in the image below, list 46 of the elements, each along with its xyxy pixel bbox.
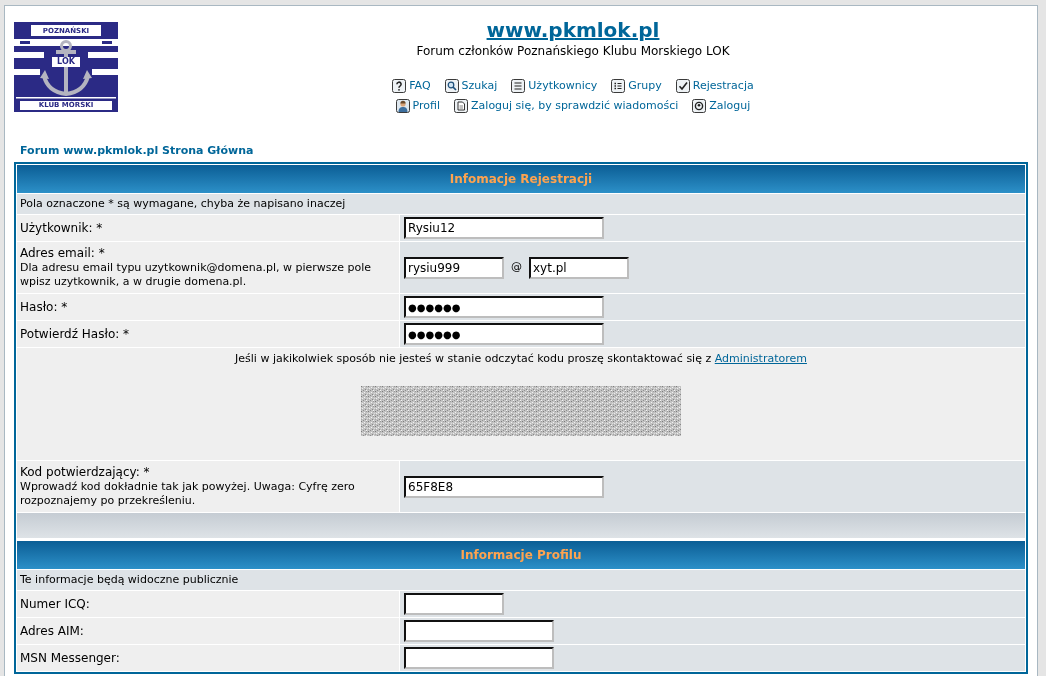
document-icon [454, 98, 469, 113]
field-hint: Wprowadź kod dokładnie tak jak powyżej. Uwaga: Cyfrę zero rozpoznajemy po przekreśleniu. [20, 480, 356, 508]
field-label: Potwierdź Hasło: * [20, 326, 131, 342]
text-field[interactable]: rysiu999 [404, 256, 504, 279]
field-label: Kod potwierdzający: * [20, 465, 151, 480]
bulleted-list-icon [611, 78, 626, 93]
ring-icon [692, 98, 707, 113]
site-subtitle: Forum członków Poznańskiego Klubu Morskiego LOK [416, 44, 730, 59]
section-header: Infomacje Rejestracji [17, 165, 1025, 193]
text-field[interactable] [404, 620, 554, 642]
section-note: Pola oznaczone * są wymagane, chyba że napisano inaczej [17, 194, 1025, 214]
list-icon [511, 78, 526, 93]
nav-link[interactable]: Rejestracja [675, 77, 754, 94]
site-title-link[interactable]: www.pkmlok.pl [486, 18, 660, 42]
person-icon [395, 98, 410, 113]
help-icon [392, 78, 407, 93]
nav-link[interactable]: FAQ [392, 77, 431, 94]
text-field[interactable] [404, 593, 504, 615]
administrator-link[interactable]: Administratorem [714, 352, 807, 365]
password-field[interactable]: ●●●●●● [404, 323, 604, 345]
field-hint: Dla adresu email typu uzytkownik@domena.pl, w pierwsze pole wpisz uzytkownik, a w drugie domena.pl. [20, 261, 373, 289]
field-label: Użytkownik: * [20, 220, 104, 236]
field-label: Adres AIM: [20, 623, 85, 639]
text-field[interactable]: Rysiu12 [404, 217, 604, 239]
nav-link[interactable]: Użytkownicy [511, 77, 598, 94]
nav-link[interactable]: Szukaj [444, 77, 498, 94]
nav-link[interactable]: Zaloguj [692, 97, 751, 114]
nav-link[interactable]: Profil [395, 97, 441, 114]
section-header: Informacje Profilu [17, 541, 1025, 569]
field-label: Adres email: * [20, 246, 106, 261]
separator-text: @ [510, 259, 523, 276]
text-field[interactable] [404, 647, 554, 669]
nav-link[interactable]: Grupy [611, 77, 662, 94]
breadcrumb-link[interactable]: Forum www.pkmlok.pl Strona Główna [20, 144, 254, 157]
search-icon [444, 78, 459, 93]
password-field[interactable]: ●●●●●● [404, 296, 604, 318]
text-field[interactable]: 65F8E8 [404, 475, 604, 498]
check-icon [675, 78, 690, 93]
text-field[interactable]: xyt.pl [529, 256, 629, 279]
field-label: Numer ICQ: [20, 596, 91, 612]
field-label: MSN Messenger: [20, 650, 121, 666]
field-label: Hasło: * [20, 299, 69, 315]
section-note: Te informacje będą widoczne publicznie [17, 570, 1025, 590]
captcha-help-text: Jeśli w jakikolwiek sposób nie jesteś w stanie odczytać kodu proszę skontaktować się z Administratorem [235, 352, 807, 365]
nav-link[interactable]: Zaloguj się, by sprawdzić wiadomości [454, 97, 679, 114]
logo-text: LOK [52, 57, 80, 67]
